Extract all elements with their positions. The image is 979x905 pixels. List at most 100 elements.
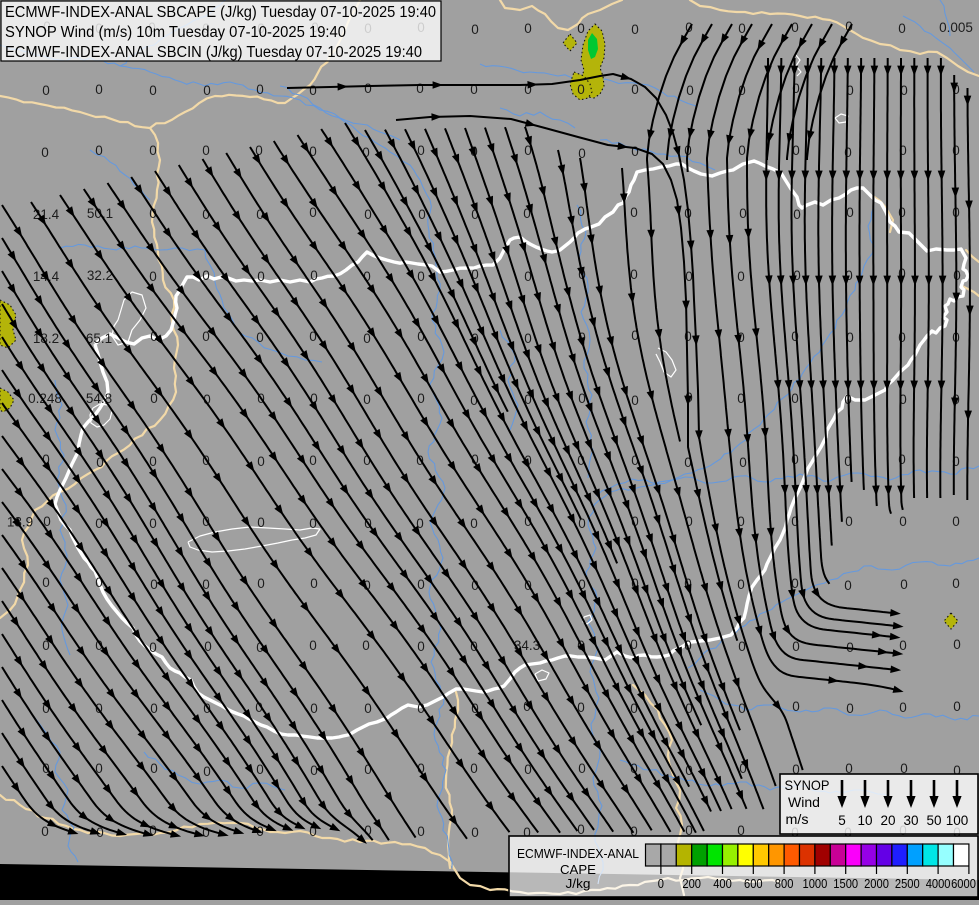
svg-text:0: 0 <box>42 575 50 590</box>
svg-text:0: 0 <box>149 143 157 158</box>
svg-text:0: 0 <box>846 205 854 220</box>
svg-text:0: 0 <box>846 701 854 716</box>
svg-text:0: 0 <box>577 822 585 837</box>
svg-text:0: 0 <box>256 82 264 97</box>
svg-text:Wind: Wind <box>788 794 820 810</box>
svg-text:0: 0 <box>309 453 317 468</box>
svg-text:400: 400 <box>713 877 732 891</box>
svg-text:1500: 1500 <box>833 877 858 891</box>
svg-text:21.4: 21.4 <box>33 207 60 222</box>
svg-text:0: 0 <box>417 639 425 654</box>
svg-text:0: 0 <box>257 269 265 284</box>
svg-text:0: 0 <box>524 331 532 346</box>
svg-text:0: 0 <box>41 824 49 839</box>
svg-text:0: 0 <box>791 20 799 35</box>
svg-text:0: 0 <box>900 577 908 592</box>
svg-text:200: 200 <box>682 877 701 891</box>
svg-text:m/s: m/s <box>786 811 809 827</box>
svg-text:0: 0 <box>417 269 425 284</box>
svg-text:0: 0 <box>150 391 158 406</box>
svg-text:0: 0 <box>738 21 746 36</box>
svg-text:0: 0 <box>793 207 801 222</box>
svg-text:0: 0 <box>577 21 585 36</box>
svg-text:0: 0 <box>952 143 960 158</box>
svg-text:0: 0 <box>149 83 157 98</box>
svg-text:0: 0 <box>899 638 907 653</box>
svg-text:30: 30 <box>903 813 918 828</box>
svg-text:0: 0 <box>739 455 747 470</box>
svg-text:0: 0 <box>202 143 210 158</box>
svg-text:0: 0 <box>202 268 210 283</box>
svg-text:0: 0 <box>257 576 265 591</box>
svg-text:0: 0 <box>471 22 479 37</box>
svg-text:0: 0 <box>952 576 960 591</box>
svg-text:0: 0 <box>416 81 424 96</box>
svg-text:1000: 1000 <box>803 877 828 891</box>
svg-text:0.005: 0.005 <box>939 20 973 35</box>
svg-text:0: 0 <box>631 82 639 97</box>
svg-text:0: 0 <box>149 269 157 284</box>
svg-text:10: 10 <box>857 813 872 828</box>
svg-text:0: 0 <box>310 701 318 716</box>
svg-text:600: 600 <box>744 877 763 891</box>
svg-text:2500: 2500 <box>895 877 920 891</box>
svg-text:ECMWF-INDEX-ANAL: ECMWF-INDEX-ANAL <box>517 847 639 861</box>
svg-text:0: 0 <box>364 701 372 716</box>
svg-text:0: 0 <box>95 82 103 97</box>
svg-text:0: 0 <box>417 391 425 406</box>
svg-text:SYNOP: SYNOP <box>785 777 830 793</box>
svg-text:0: 0 <box>631 22 639 37</box>
svg-text:J/kg: J/kg <box>566 877 591 891</box>
svg-text:0: 0 <box>203 764 211 779</box>
svg-text:0: 0 <box>792 699 800 714</box>
svg-text:5: 5 <box>838 813 846 828</box>
svg-text:0: 0 <box>150 761 158 776</box>
svg-text:0: 0 <box>471 825 479 840</box>
svg-text:0: 0 <box>364 207 372 222</box>
svg-text:0: 0 <box>738 143 746 158</box>
svg-text:0: 0 <box>686 83 694 98</box>
svg-text:100: 100 <box>946 813 969 828</box>
svg-text:2000: 2000 <box>864 877 889 891</box>
svg-text:0: 0 <box>417 577 425 592</box>
svg-text:0: 0 <box>899 700 907 715</box>
svg-text:0: 0 <box>203 83 211 98</box>
svg-text:0: 0 <box>685 269 693 284</box>
svg-text:0: 0 <box>577 204 585 219</box>
svg-text:0: 0 <box>417 824 425 839</box>
svg-text:0: 0 <box>898 205 906 220</box>
svg-text:0: 0 <box>470 761 478 776</box>
svg-text:0: 0 <box>739 206 747 221</box>
svg-text:0: 0 <box>630 267 638 282</box>
svg-text:0: 0 <box>95 516 103 531</box>
svg-text:0: 0 <box>577 82 585 97</box>
svg-text:0: 0 <box>309 638 317 653</box>
svg-text:0: 0 <box>256 330 264 345</box>
svg-text:0: 0 <box>470 516 478 531</box>
svg-text:800: 800 <box>775 877 794 891</box>
svg-text:0: 0 <box>952 514 960 529</box>
svg-text:0: 0 <box>524 21 532 36</box>
svg-text:0: 0 <box>150 577 158 592</box>
svg-text:0: 0 <box>418 207 426 222</box>
svg-text:ECMWF-INDEX-ANAL SBCIN (J/kg): ECMWF-INDEX-ANAL SBCIN (J/kg) Tuesday 07… <box>5 44 422 61</box>
svg-text:0: 0 <box>363 392 371 407</box>
svg-text:0: 0 <box>898 452 906 467</box>
svg-text:0: 0 <box>578 761 586 776</box>
svg-text:0: 0 <box>309 83 317 98</box>
svg-text:0: 0 <box>684 329 692 344</box>
svg-text:0: 0 <box>658 877 664 891</box>
svg-text:0: 0 <box>309 144 317 159</box>
svg-text:0: 0 <box>737 577 745 592</box>
svg-text:0: 0 <box>149 516 157 531</box>
svg-text:0: 0 <box>95 143 103 158</box>
svg-text:0: 0 <box>362 638 370 653</box>
svg-text:0: 0 <box>844 578 852 593</box>
svg-text:6000: 6000 <box>951 877 976 891</box>
svg-text:ECMWF-INDEX-ANAL SBCAPE (J/kg): ECMWF-INDEX-ANAL SBCAPE (J/kg) Tuesday 0… <box>5 4 436 21</box>
svg-text:0: 0 <box>630 205 638 220</box>
svg-text:0: 0 <box>42 83 50 98</box>
svg-text:0: 0 <box>953 637 961 652</box>
svg-text:4000: 4000 <box>926 877 951 891</box>
svg-text:50: 50 <box>926 813 941 828</box>
